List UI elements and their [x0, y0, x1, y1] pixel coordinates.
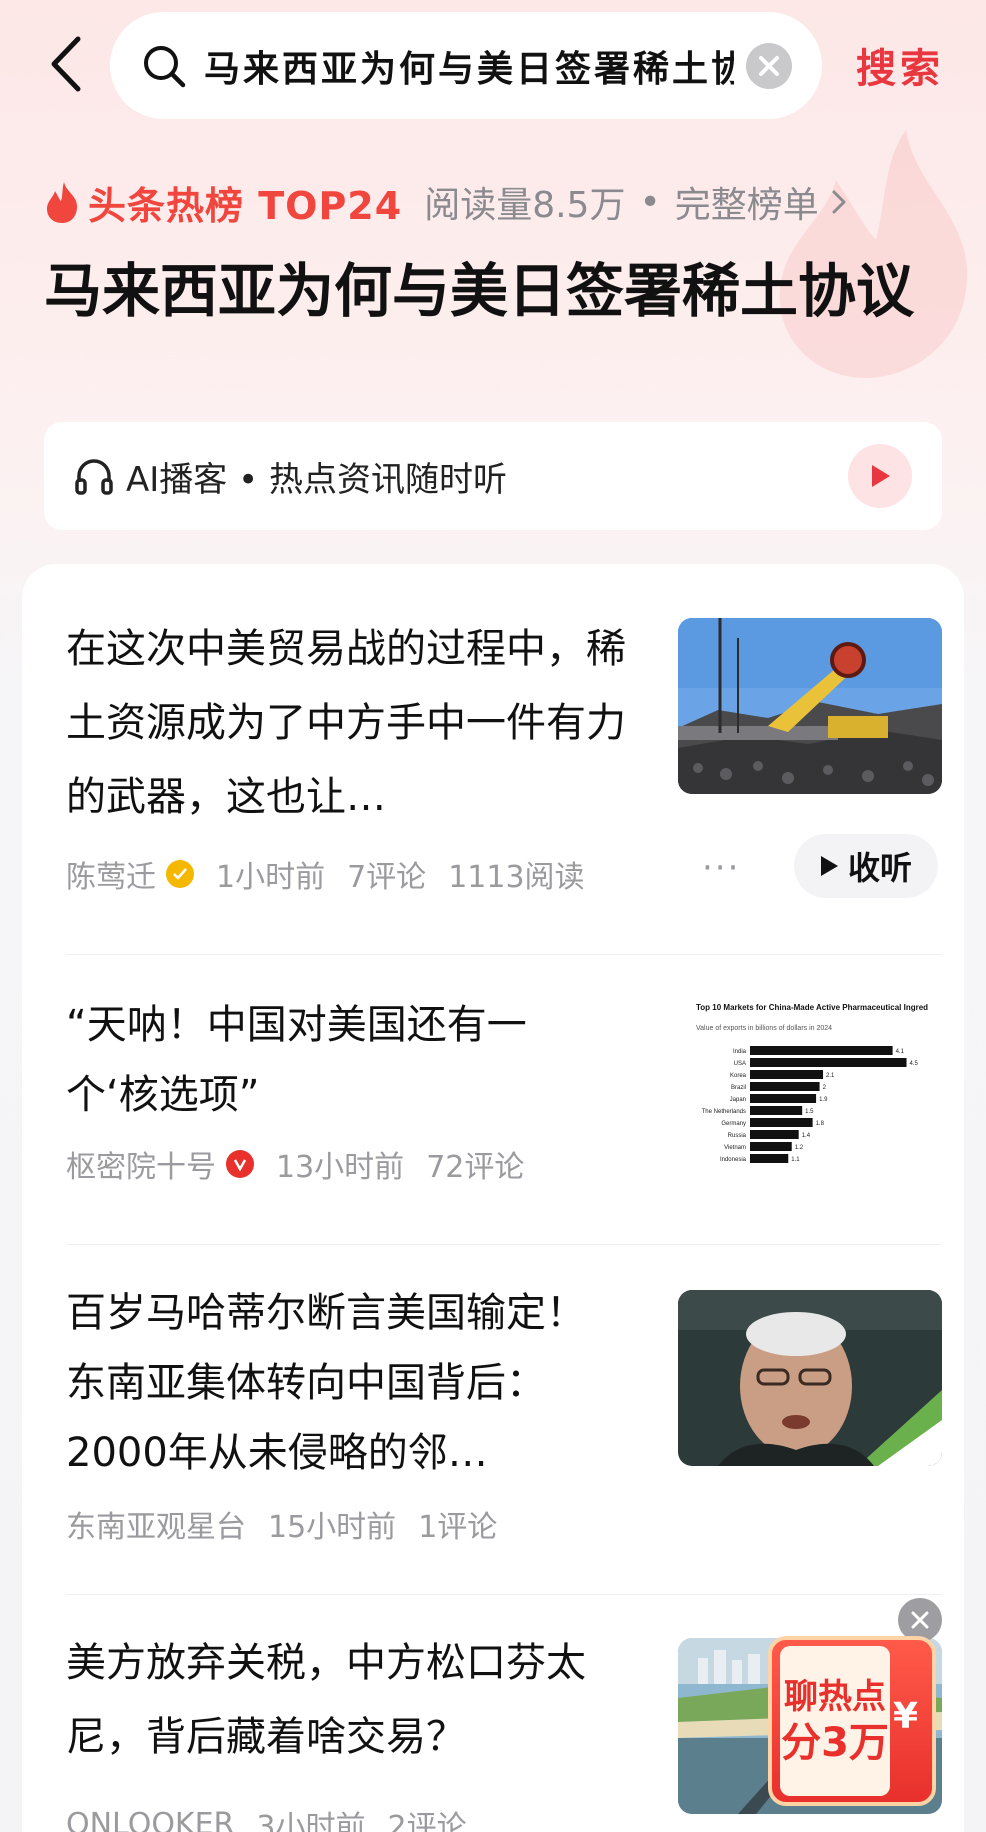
- author-name[interactable]: 东南亚观星台: [66, 1502, 246, 1546]
- separator-dot: •: [639, 181, 661, 223]
- publish-time: 15小时前: [268, 1510, 397, 1545]
- listen-button[interactable]: 收听: [794, 834, 939, 898]
- verified-gold-icon: [166, 860, 194, 888]
- article-meta: 陈莺迁 1小时前 7评论 1113阅读: [66, 852, 607, 896]
- chart-bar: [750, 1118, 813, 1127]
- read-count: 1113阅读: [448, 860, 585, 895]
- article-title[interactable]: 美方放弃关税，中方松口芬太尼，背后藏着啥交易？: [66, 1626, 606, 1774]
- comment-count: 72评论: [426, 1150, 525, 1185]
- author-name[interactable]: 枢密院十号: [66, 1142, 216, 1186]
- article-title[interactable]: 在这次中美贸易战的过程中，稀土资源成为了中方手中一件有力的武器，这也让…: [66, 612, 626, 834]
- comment-count: 1评论: [418, 1510, 498, 1545]
- chart-category-label: Brazil: [731, 1085, 746, 1091]
- chart-category-label: USA: [734, 1061, 746, 1067]
- chart-bar: [750, 1046, 893, 1055]
- article-item[interactable]: “天呐！中国对美国还有一个‘核选项” Top 10 Markets for Ch…: [66, 998, 942, 1204]
- chart-category-label: Korea: [730, 1073, 747, 1079]
- author-name[interactable]: 陈莺迁: [66, 852, 156, 896]
- back-arrow-icon: [51, 36, 81, 92]
- listen-label: 收听: [848, 849, 913, 887]
- chart-bar: [750, 1130, 799, 1139]
- chart-category-label: Germany: [721, 1121, 746, 1127]
- headphones-icon: [75, 459, 113, 495]
- close-icon: [911, 1611, 929, 1629]
- search-input[interactable]: 马来西亚为何与美日签署稀土协议: [110, 12, 822, 119]
- chart-category-label: Vietnam: [724, 1145, 746, 1151]
- hot-list-label: 头条热榜 TOP24: [88, 183, 403, 228]
- chevron-right-icon: [832, 190, 846, 214]
- search-icon: [144, 45, 186, 87]
- article-meta: 枢密院十号 13小时前 72评论: [66, 1142, 546, 1186]
- chart-value-label: 1.2: [795, 1145, 804, 1151]
- red-packet-line1: 聊热点: [784, 1677, 886, 1717]
- comment-count: 2评论: [387, 1810, 467, 1832]
- chart-category-label: Indonesia: [720, 1157, 747, 1163]
- chart-value-label: 2.1: [826, 1073, 835, 1079]
- chart-value-label: 1.4: [802, 1133, 811, 1139]
- chart-value-label: 1.1: [791, 1157, 800, 1163]
- search-submit-button[interactable]: 搜索: [856, 36, 944, 94]
- comment-count: 7评论: [347, 860, 427, 895]
- chart-value-label: 1.8: [816, 1121, 825, 1127]
- article-thumbnail[interactable]: [678, 1290, 942, 1466]
- article-thumbnail[interactable]: [678, 618, 942, 794]
- chart-value-label: 4.5: [910, 1061, 919, 1067]
- full-list-link[interactable]: 完整榜单: [675, 176, 819, 228]
- portrait-photo: [678, 1290, 942, 1466]
- chart-bar: [750, 1094, 817, 1103]
- chart-bar: [750, 1058, 907, 1067]
- read-count: 阅读量8.5万: [424, 185, 626, 226]
- ai-podcast-bar[interactable]: AI播客 • 热点资讯随时听: [44, 422, 942, 530]
- red-packet-card: 聊热点 分3万: [780, 1646, 890, 1796]
- search-header: 马来西亚为何与美日签署稀土协议 搜索: [0, 0, 986, 130]
- divider: [66, 1244, 942, 1245]
- chart-bar: [750, 1082, 820, 1091]
- red-packet-promo[interactable]: 聊热点 分3万 ¥: [768, 1636, 936, 1806]
- back-button[interactable]: [44, 34, 88, 94]
- red-packet-line2: 分3万: [781, 1720, 889, 1766]
- podcast-label: AI播客 • 热点资讯随时听: [126, 459, 507, 500]
- chart-subtitle: Value of exports in billions of dollars …: [696, 1025, 832, 1032]
- topic-title: 马来西亚为何与美日签署稀土协议: [44, 257, 915, 325]
- article-thumbnail[interactable]: Top 10 Markets for China-Made Active Pha…: [678, 998, 942, 1174]
- verified-red-icon: [226, 1150, 254, 1178]
- divider: [66, 954, 942, 955]
- close-icon: [759, 55, 779, 76]
- divider: [66, 1594, 942, 1595]
- hot-list-row[interactable]: 头条热榜 TOP24 阅读量8.5万 • 完整榜单: [44, 172, 849, 232]
- chart-category-label: India: [733, 1049, 747, 1055]
- mining-excavator-image: [678, 618, 942, 794]
- flame-icon: [47, 182, 78, 223]
- article-item[interactable]: 百岁马哈蒂尔断言美国输定！东南亚集体转向中国背后：2000年从未侵略的邻… 东南…: [66, 1290, 942, 1545]
- publish-time: 3小时前: [256, 1810, 366, 1832]
- chart-bar: [750, 1142, 792, 1151]
- chart-bar: [750, 1154, 789, 1163]
- chart-value-label: 1.5: [805, 1109, 814, 1115]
- more-options-icon[interactable]: ···: [702, 848, 740, 888]
- publish-time: 1小时前: [216, 860, 326, 895]
- bar-chart-image: Top 10 Markets for China-Made Active Pha…: [678, 998, 942, 1174]
- article-title[interactable]: 百岁马哈蒂尔断言美国输定！东南亚集体转向中国背后：2000年从未侵略的邻…: [66, 1278, 596, 1500]
- background-flame-decoration: [779, 130, 968, 378]
- chart-value-label: 1.9: [819, 1097, 828, 1103]
- article-meta: 东南亚观星台 15小时前 1评论: [66, 1502, 519, 1546]
- chart-category-label: Japan: [730, 1097, 746, 1103]
- search-query-text[interactable]: 马来西亚为何与美日签署稀土协议: [204, 40, 734, 92]
- article-title[interactable]: “天呐！中国对美国还有一个‘核选项”: [66, 990, 586, 1138]
- podcast-play-button[interactable]: [848, 444, 912, 508]
- play-icon: [821, 856, 838, 876]
- article-item[interactable]: 在这次中美贸易战的过程中，稀土资源成为了中方手中一件有力的武器，这也让… 陈莺迁…: [66, 612, 942, 898]
- chart-value-label: 4.1: [896, 1049, 905, 1055]
- chart-title: Top 10 Markets for China-Made Active Pha…: [696, 1003, 928, 1012]
- chart-bar: [750, 1106, 803, 1115]
- chart-category-label: Russia: [728, 1133, 747, 1139]
- clear-search-button[interactable]: [746, 42, 792, 89]
- play-icon: [872, 465, 890, 487]
- article-meta: ONLOOKER 3小时前 2评论: [66, 1802, 489, 1832]
- publish-time: 13小时前: [276, 1150, 405, 1185]
- yen-icon: ¥: [892, 1696, 918, 1737]
- author-name[interactable]: ONLOOKER: [66, 1807, 234, 1832]
- chart-bar: [750, 1070, 824, 1079]
- chart-category-label: The Netherlands: [702, 1109, 746, 1115]
